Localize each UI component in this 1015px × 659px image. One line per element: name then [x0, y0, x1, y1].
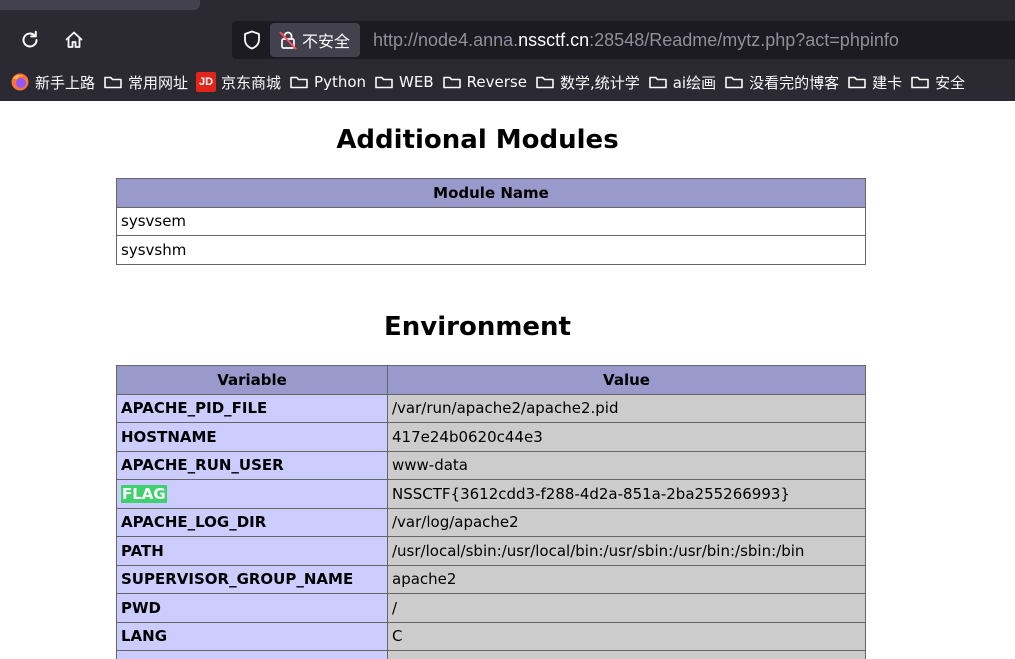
folder-icon — [104, 76, 122, 89]
insecure-lock-icon — [279, 31, 297, 50]
env-variable: APACHE_LOG_DIR — [116, 507, 388, 537]
env-variable: PWD — [116, 593, 388, 623]
env-value: /var/run/apache2/apache2.pid — [387, 393, 866, 423]
bookmark-folder[interactable]: Reverse — [442, 68, 535, 96]
variable-header: Variable — [116, 365, 388, 395]
url-bar[interactable]: 不安全 http://node4.anna.nssctf.cn:28548/Re… — [232, 21, 1015, 59]
folder-icon — [442, 76, 461, 89]
env-variable: HOSTNAME — [116, 422, 388, 452]
env-value: /var/log/apache2 — [387, 507, 866, 537]
bookmark-folder[interactable]: 安全 — [910, 68, 973, 96]
search-highlight: FLAG — [121, 484, 167, 503]
env-variable: PATH — [116, 536, 388, 566]
bookmark-item[interactable]: JD 京东商城 — [196, 68, 289, 96]
env-value: www-data — [387, 450, 866, 480]
value-header: Value — [387, 365, 866, 395]
reload-button[interactable] — [14, 24, 46, 56]
folder-icon — [648, 76, 667, 89]
table-row: SUPERVISOR_GROUP_NAME apache2 — [116, 564, 866, 594]
folder-icon — [725, 76, 743, 89]
env-variable — [116, 650, 388, 659]
bookmarks-toolbar: 新手上路 常用网址 JD 京东商城 Python WEB Reverse 数学,… — [10, 68, 973, 96]
folder-icon — [536, 76, 554, 89]
home-icon — [65, 31, 83, 48]
module-cell: sysvsem — [116, 206, 866, 236]
url-prefix: http://node4.anna. — [373, 30, 519, 50]
url-suffix: :28548/Readme/mytz.php?act=phpinfo — [589, 30, 899, 50]
security-label: 不安全 — [302, 32, 351, 51]
jd-icon: JD — [196, 72, 217, 92]
shield-icon — [244, 30, 260, 50]
bookmark-folder[interactable]: ai绘画 — [648, 68, 724, 96]
bookmark-folder[interactable]: 没看完的博客 — [724, 68, 847, 96]
firefox-icon — [11, 73, 29, 91]
env-value: /usr/local/sbin:/usr/local/bin:/usr/sbin… — [387, 536, 866, 566]
browser-chrome: 不安全 http://node4.anna.nssctf.cn:28548/Re… — [0, 0, 1015, 101]
folder-icon — [375, 76, 393, 89]
env-value: NSSCTF{3612cdd3-f288-4d2a-851a-2ba255266… — [387, 479, 866, 509]
bookmark-folder[interactable]: 数学,统计学 — [535, 68, 648, 96]
bookmark-folder[interactable]: 建卡 — [847, 68, 910, 96]
table-row: LANG C — [116, 621, 866, 651]
table-row: PATH /usr/local/sbin:/usr/local/bin:/usr… — [116, 536, 866, 566]
table-row: sysvsem — [116, 206, 866, 236]
env-value: / — [387, 593, 866, 623]
env-variable-flag: FLAG — [116, 479, 388, 509]
url-text[interactable]: http://node4.anna.nssctf.cn:28548/Readme… — [373, 21, 899, 59]
table-row — [116, 650, 866, 659]
table-row: FLAG NSSCTF{3612cdd3-f288-4d2a-851a-2ba2… — [116, 479, 866, 509]
table-row: PWD / — [116, 593, 866, 623]
table-row: APACHE_PID_FILE /var/run/apache2/apache2… — [116, 393, 866, 423]
table-header-row: Variable Value — [116, 365, 866, 395]
modules-heading: Additional Modules — [336, 125, 619, 155]
module-cell: sysvshm — [116, 235, 866, 265]
tracking-protection-button[interactable] — [240, 28, 264, 52]
table-row: APACHE_RUN_USER www-data — [116, 450, 866, 480]
home-button[interactable] — [58, 24, 90, 56]
site-security-indicator[interactable]: 不安全 — [270, 23, 361, 57]
active-tab[interactable] — [0, 0, 200, 10]
table-row: HOSTNAME 417e24b0620c44e3 — [116, 422, 866, 452]
bookmark-item[interactable]: 新手上路 — [10, 68, 103, 96]
table-header-row: Module Name — [116, 178, 866, 208]
page-content: Additional Modules Module Name sysvsem s… — [0, 101, 1015, 659]
env-value: 417e24b0620c44e3 — [387, 422, 866, 452]
folder-icon — [848, 76, 866, 89]
environment-table: Variable Value APACHE_PID_FILE /var/run/… — [116, 365, 866, 659]
module-name-header: Module Name — [116, 178, 866, 208]
bookmark-folder[interactable]: WEB — [374, 68, 442, 96]
env-variable: APACHE_PID_FILE — [116, 393, 388, 423]
env-variable: APACHE_RUN_USER — [116, 450, 388, 480]
environment-heading: Environment — [384, 312, 571, 342]
bookmark-folder[interactable]: Python — [289, 68, 374, 96]
table-row: sysvshm — [116, 235, 866, 265]
folder-icon — [911, 76, 929, 89]
env-value — [387, 650, 866, 659]
folder-icon — [290, 76, 308, 89]
table-row: APACHE_LOG_DIR /var/log/apache2 — [116, 507, 866, 537]
env-variable: LANG — [116, 621, 388, 651]
env-value: C — [387, 621, 866, 651]
url-host: nssctf.cn — [518, 30, 590, 50]
env-value: apache2 — [387, 564, 866, 594]
reload-icon — [22, 30, 38, 48]
env-variable: SUPERVISOR_GROUP_NAME — [116, 564, 388, 594]
modules-table: Module Name sysvsem sysvshm — [116, 178, 866, 265]
bookmark-folder[interactable]: 常用网址 — [103, 68, 196, 96]
